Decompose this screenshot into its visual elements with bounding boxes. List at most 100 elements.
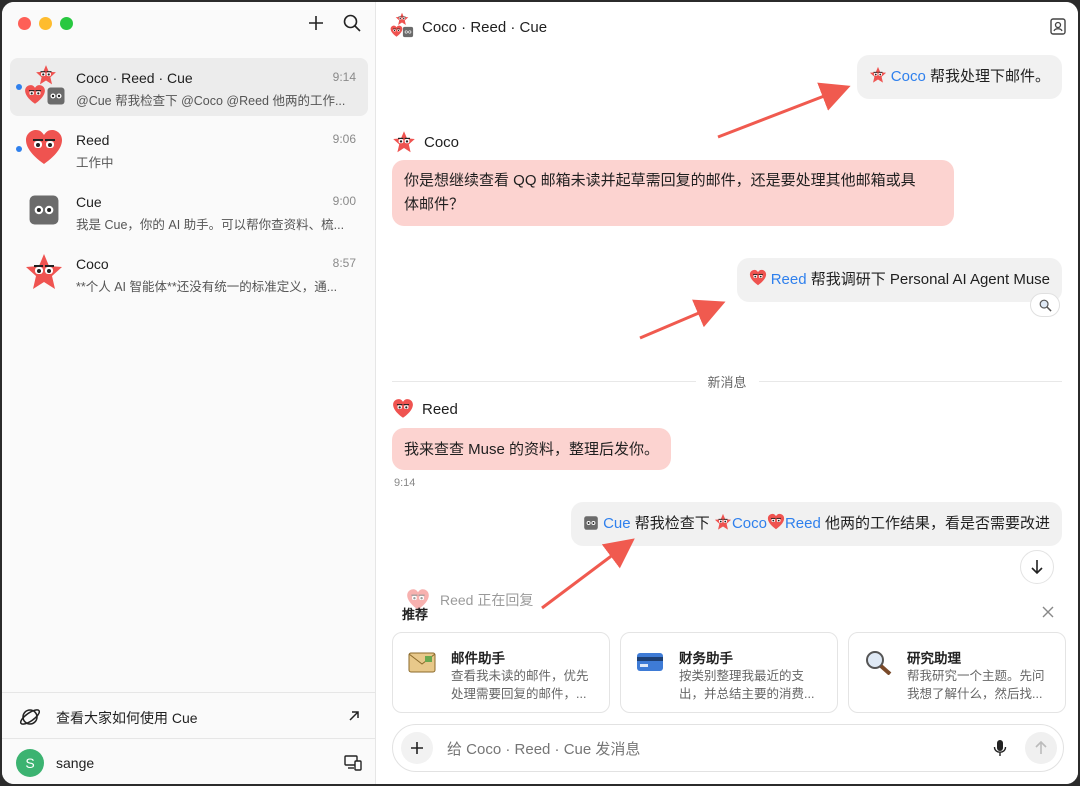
message-composer: [392, 724, 1064, 772]
conversation-preview: 我是 Cue，你的 AI 助手。可以帮你查资料、梳...: [76, 218, 345, 232]
maximize-window-button[interactable]: [60, 17, 73, 30]
conversation-preview: **个人 AI 智能体**还没有统一的标准定义，通...: [76, 280, 338, 294]
user-message: Coco 帮我处理下邮件。: [856, 55, 1062, 99]
conversation-time: 9:06: [332, 132, 356, 146]
mention-coco[interactable]: Coco: [891, 68, 926, 85]
conversation-preview: 工作中: [76, 156, 114, 170]
conversation-item-group[interactable]: Coco · Reed · Cue 9:14 @Cue 帮我检查下 @Coco …: [10, 58, 368, 116]
group-avatar: [390, 14, 416, 40]
message-text: 帮我检查下: [630, 515, 714, 532]
chat-title: Coco · Reed · Cue: [422, 18, 548, 36]
message-line: 体邮件？: [404, 196, 465, 213]
reed-heart-icon: [392, 398, 414, 420]
sidebar: Coco · Reed · Cue 9:14 @Cue 帮我检查下 @Coco …: [2, 2, 376, 784]
conversation-preview: @Cue 帮我检查下 @Coco @Reed 他两的工作...: [76, 94, 346, 108]
mention-cue[interactable]: Cue: [603, 515, 631, 532]
app-window: Coco · Reed · Cue 9:14 @Cue 帮我检查下 @Coco …: [2, 2, 1078, 784]
recommend-card-research[interactable]: 研究助理 帮我研究一个主题。先问我想了解什么，然后找...: [848, 632, 1066, 713]
magnifier-icon: [866, 651, 892, 675]
microphone-icon[interactable]: [993, 739, 1007, 757]
card-description: 帮我研究一个主题。先问我想了解什么，然后找...: [907, 669, 1045, 701]
magnifier-icon: [1039, 299, 1052, 312]
plus-icon: [309, 16, 323, 30]
bot-message: 你是想继续查看 QQ 邮箱未读并起草需回复的邮件，还是要处理其他邮箱或具 体邮件…: [392, 160, 954, 226]
message-text: 帮我处理下邮件。: [925, 68, 1050, 85]
mention-reed[interactable]: Reed: [771, 271, 807, 288]
card-title: 邮件助手: [451, 651, 505, 666]
coco-star-icon: [35, 64, 57, 86]
message-search-badge[interactable]: [1030, 293, 1060, 317]
mention-reed[interactable]: Reed: [785, 515, 821, 532]
minimize-window-button[interactable]: [39, 17, 52, 30]
user-message: Cue 帮我检查下 Coco Reed 他两的工作结果，看是否需要改进: [570, 502, 1062, 546]
conversation-name: Coco · Reed · Cue: [76, 70, 193, 86]
devices-icon[interactable]: [344, 755, 362, 771]
recommend-card-finance[interactable]: 财务助手 按类别整理我最近的支出，并总结主要的消费...: [620, 632, 838, 713]
arrow-down-icon: [1031, 560, 1043, 575]
conversation-item-reed[interactable]: Reed 9:06 工作中: [10, 120, 368, 178]
sender-name: Reed: [422, 400, 458, 418]
send-button[interactable]: [1025, 732, 1057, 764]
user-profile-bar[interactable]: S sange: [2, 738, 376, 784]
explore-usage-link[interactable]: 查看大家如何使用 Cue: [2, 692, 376, 738]
cue-robot-icon: [583, 515, 599, 531]
coco-star-icon: [392, 130, 416, 154]
sender-row: Reed: [392, 398, 458, 420]
bot-message: 我来查查 Muse 的资料，整理后发你。: [392, 428, 672, 470]
explore-usage-label: 查看大家如何使用 Cue: [56, 710, 198, 726]
sidebar-toolbar: [307, 14, 361, 32]
letter-icon: [408, 652, 436, 673]
conversation-item-coco[interactable]: Coco 8:57 **个人 AI 智能体**还没有统一的标准定义，通...: [10, 244, 368, 302]
message-input[interactable]: [447, 737, 967, 761]
user-avatar: S: [16, 749, 44, 777]
unread-dot: [16, 84, 22, 90]
window-controls: [18, 17, 73, 30]
message-text: 帮我调研下 Personal AI Agent Muse: [806, 271, 1050, 288]
cue-robot-icon: [46, 86, 66, 106]
reed-heart-icon: [767, 513, 785, 531]
close-icon[interactable]: [1042, 606, 1054, 618]
recommend-card-email[interactable]: 邮件助手 查看我未读的邮件，优先处理需要回复的邮件，...: [392, 632, 610, 713]
chat-header: Coco · Reed · Cue: [390, 14, 547, 40]
conversation-item-cue[interactable]: Cue 9:00 我是 Cue，你的 AI 助手。可以帮你查资料、梳...: [10, 182, 368, 240]
arrow-up-icon: [1035, 741, 1047, 754]
sender-row: Coco: [392, 130, 459, 154]
message-text: 我来查查 Muse 的资料，整理后发你。: [404, 441, 660, 458]
mention-coco[interactable]: Coco: [732, 515, 767, 532]
search-button[interactable]: [343, 14, 361, 32]
planet-icon: [19, 709, 41, 725]
card-description: 查看我未读的邮件，优先处理需要回复的邮件，...: [451, 669, 589, 701]
scroll-to-bottom-button[interactable]: [1020, 550, 1054, 584]
user-message: Reed 帮我调研下 Personal AI Agent Muse: [736, 258, 1062, 302]
cue-robot-icon: [402, 26, 414, 38]
cue-robot-icon: [24, 190, 64, 230]
unread-dot: [16, 146, 22, 152]
conversation-time: 9:00: [332, 194, 356, 208]
new-messages-divider: 新消息: [392, 372, 1063, 391]
sender-name: Coco: [424, 133, 460, 151]
reed-heart-icon: [749, 269, 767, 287]
coco-star-icon: [395, 12, 409, 26]
conversation-name: Cue: [76, 194, 102, 210]
external-arrow-icon: [349, 711, 359, 721]
coco-star-icon: [869, 66, 887, 84]
group-avatar: [24, 66, 64, 106]
credit-card-icon: [637, 653, 663, 671]
card-description: 按类别整理我最近的支出，并总结主要的消费...: [679, 669, 815, 701]
message-time: 9:14: [394, 477, 416, 489]
attach-button[interactable]: [401, 732, 433, 764]
new-chat-button[interactable]: [307, 14, 325, 32]
card-title: 财务助手: [679, 651, 733, 666]
message-line: 你是想继续查看 QQ 邮箱未读并起草需回复的邮件，还是要处理其他邮箱或具: [404, 172, 916, 189]
reed-heart-icon: [24, 128, 64, 168]
chat-panel: Coco · Reed · Cue Coco 帮我处理下邮件。 Coco 你是想…: [376, 2, 1078, 784]
coco-star-icon: [24, 252, 64, 292]
message-text: 他两的工作结果，看是否需要改进: [820, 515, 1050, 532]
plus-icon: [411, 742, 423, 754]
members-icon[interactable]: [1050, 18, 1066, 35]
conversation-time: 8:57: [332, 256, 356, 270]
conversation-time: 9:14: [332, 70, 356, 84]
search-icon: [343, 14, 361, 32]
close-window-button[interactable]: [18, 17, 31, 30]
recommend-title: 推荐: [402, 607, 429, 622]
